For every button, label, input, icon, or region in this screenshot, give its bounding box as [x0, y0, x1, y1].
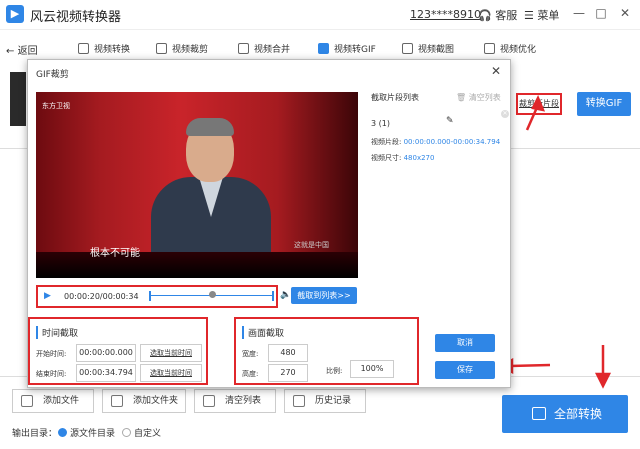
video-preview[interactable]: 东方卫视 根本不可能 这就是中国 — [36, 92, 358, 278]
time-crop-section: 时间截取 开始时间: 00:00:00.000 选取当前时间 结束时间: 00:… — [28, 317, 208, 385]
volume-icon[interactable]: 🔈 — [280, 290, 291, 300]
clip-size-value: 480x270 — [403, 154, 435, 162]
video-corner-text: 这就是中国 — [294, 241, 329, 249]
clip-segment: 视频片段: 00:00:00.000-00:00:34.794 — [371, 137, 500, 147]
progress-thumb[interactable] — [209, 291, 216, 298]
ratio-label: 比例: — [326, 367, 343, 375]
ratio-input[interactable]: 100% — [350, 360, 394, 378]
width-input[interactable]: 480 — [268, 344, 308, 362]
dialog-close-button[interactable]: ✕ — [491, 64, 501, 78]
arrow-to-save — [509, 363, 551, 368]
clip-list-clear-label: 清空列表 — [468, 93, 501, 102]
time-crop-title: 时间截取 — [36, 326, 78, 339]
clip-segment-value: 00:00:00.000-00:00:34.794 — [403, 138, 501, 146]
range-start-handle[interactable] — [149, 291, 151, 301]
range-end-handle[interactable] — [272, 291, 274, 301]
clip-list-title: 截取片段列表 — [371, 93, 419, 102]
pick-end-time-button[interactable]: 选取当前时间 — [140, 364, 202, 382]
dialog-title: GIF裁剪 — [36, 70, 69, 80]
clip-size-label: 视频尺寸: — [371, 154, 402, 162]
height-input[interactable]: 270 — [268, 364, 308, 382]
arrow-head — [531, 94, 546, 112]
trash-icon: 🗑 — [456, 93, 467, 102]
clip-size: 视频尺寸: 480x270 — [371, 153, 434, 163]
playback-time: 00:00:20/00:00:34 — [64, 292, 139, 301]
playback-controls: ▶ 00:00:20/00:00:34 — [36, 285, 278, 308]
video-subtitle: 根本不可能 — [90, 248, 140, 259]
clip-segment-label: 视频片段: — [371, 138, 402, 146]
arrow-head — [594, 372, 612, 389]
remove-clip-icon[interactable]: ✕ — [501, 110, 509, 118]
pick-start-time-button[interactable]: 选取当前时间 — [140, 344, 202, 362]
video-person-hair — [186, 118, 234, 136]
channel-logo: 东方卫视 — [42, 102, 70, 110]
play-button[interactable]: ▶ — [44, 291, 51, 301]
end-time-label: 结束时间: — [36, 370, 67, 378]
edit-icon[interactable]: ✎ — [446, 116, 454, 126]
save-button[interactable]: 保存 — [435, 361, 495, 379]
start-time-input[interactable]: 00:00:00.000 — [76, 344, 136, 362]
video-floor — [36, 252, 358, 278]
cancel-button[interactable]: 取消 — [435, 334, 495, 352]
frame-crop-title: 画面截取 — [242, 326, 284, 339]
height-label: 高度: — [242, 370, 259, 378]
add-to-list-button[interactable]: 截取到列表>> — [291, 287, 357, 304]
end-time-input[interactable]: 00:00:34.794 — [76, 364, 136, 382]
start-time-label: 开始时间: — [36, 350, 67, 358]
clip-name: 3 (1) — [371, 119, 390, 128]
gif-crop-dialog: GIF裁剪 ✕ 东方卫视 根本不可能 这就是中国 ▶ 00:00:20/00:0… — [27, 59, 511, 388]
clip-list-item[interactable]: 3 (1) ✎ ✕ 视频片段: 00:00:00.000-00:00:34.79… — [367, 110, 509, 170]
width-label: 宽度: — [242, 350, 259, 358]
frame-crop-section: 画面截取 宽度: 480 高度: 270 比例: 100% — [234, 317, 419, 385]
clip-list-clear-button[interactable]: 🗑 清空列表 — [456, 92, 501, 103]
